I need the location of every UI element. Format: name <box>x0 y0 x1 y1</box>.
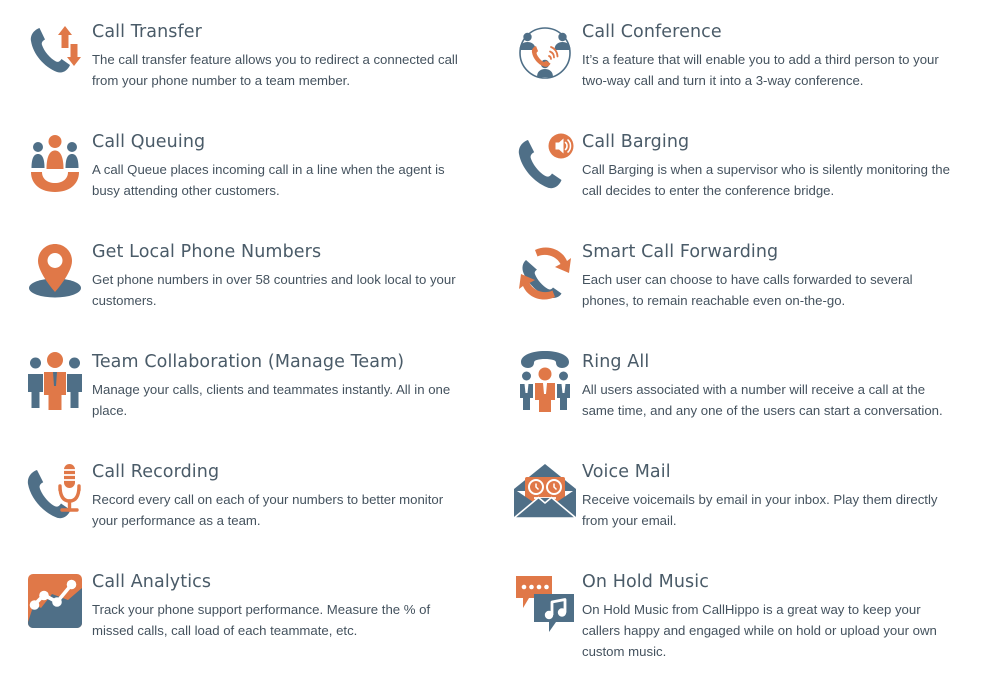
feature-card-call-transfer[interactable]: Call Transfer The call transfer feature … <box>18 14 508 124</box>
feature-title: Call Analytics <box>92 572 212 592</box>
feature-card-get-local-phone-numbers[interactable]: Get Local Phone Numbers Get phone number… <box>18 234 508 344</box>
feature-title: Call Queuing <box>92 132 206 152</box>
feature-card-call-recording[interactable]: Call Recording Record every call on each… <box>18 454 508 564</box>
feature-card-smart-call-forwarding[interactable]: Smart Call Forwarding Each user can choo… <box>508 234 980 344</box>
map-pin-location-icon <box>18 238 92 312</box>
feature-text: Call Analytics Track your phone support … <box>92 568 478 641</box>
feature-card-call-analytics[interactable]: Call Analytics Track your phone support … <box>18 564 508 674</box>
feature-title: Call Recording <box>92 462 220 482</box>
handset-over-team-icon <box>508 348 582 422</box>
feature-description: Record every call on each of your number… <box>92 492 444 528</box>
phone-microphone-icon <box>18 458 92 532</box>
feature-text: Get Local Phone Numbers Get phone number… <box>92 238 478 311</box>
team-three-persons-icon <box>18 348 92 422</box>
feature-title: Team Collaboration (Manage Team) <box>92 352 405 372</box>
three-people-queue-icon <box>18 128 92 202</box>
features-grid: Call Transfer The call transfer feature … <box>0 0 982 685</box>
feature-card-call-queuing[interactable]: Call Queuing A call Queue places incomin… <box>18 124 508 234</box>
feature-description: Track your phone support performance. Me… <box>92 602 431 638</box>
phone-speaker-badge-icon <box>508 128 582 202</box>
feature-description: On Hold Music from CallHippo is a great … <box>582 602 937 659</box>
chat-bubbles-music-icon <box>508 568 582 642</box>
envelope-tape-reel-icon <box>508 458 582 532</box>
phone-transfer-arrows-icon <box>18 18 92 92</box>
feature-card-on-hold-music[interactable]: On Hold Music On Hold Music from CallHip… <box>508 564 980 674</box>
feature-description: Call Barging is when a supervisor who is… <box>582 162 950 198</box>
feature-text: Team Collaboration (Manage Team) Manage … <box>92 348 478 421</box>
feature-description: It’s a feature that will enable you to a… <box>582 52 939 88</box>
feature-card-ring-all[interactable]: Ring All All users associated with a num… <box>508 344 980 454</box>
feature-title: Call Conference <box>582 22 722 42</box>
feature-title: Voice Mail <box>582 462 671 482</box>
feature-description: Manage your calls, clients and teammates… <box>92 382 451 418</box>
feature-text: Ring All All users associated with a num… <box>582 348 968 421</box>
analytics-chart-square-icon <box>18 568 92 642</box>
feature-text: Voice Mail Receive voicemails by email i… <box>582 458 968 531</box>
feature-title: Smart Call Forwarding <box>582 242 779 262</box>
feature-title: Ring All <box>582 352 650 372</box>
feature-description: The call transfer feature allows you to … <box>92 52 458 88</box>
feature-text: Call Transfer The call transfer feature … <box>92 18 478 91</box>
feature-text: Smart Call Forwarding Each user can choo… <box>582 238 968 311</box>
feature-card-team-collaboration[interactable]: Team Collaboration (Manage Team) Manage … <box>18 344 508 454</box>
feature-card-call-barging[interactable]: Call Barging Call Barging is when a supe… <box>508 124 980 234</box>
feature-text: Call Barging Call Barging is when a supe… <box>582 128 968 201</box>
feature-title: Call Barging <box>582 132 690 152</box>
feature-text: Call Queuing A call Queue places incomin… <box>92 128 478 201</box>
feature-card-voice-mail[interactable]: Voice Mail Receive voicemails by email i… <box>508 454 980 564</box>
feature-title: Call Transfer <box>92 22 202 42</box>
feature-description: Receive voicemails by email in your inbo… <box>582 492 938 528</box>
feature-description: A call Queue places incoming call in a l… <box>92 162 445 198</box>
conference-circle-people-phone-icon <box>508 18 582 92</box>
feature-description: Get phone numbers in over 58 countries a… <box>92 272 456 308</box>
phone-forward-arrows-icon <box>508 238 582 312</box>
feature-text: Call Recording Record every call on each… <box>92 458 478 531</box>
feature-text: Call Conference It’s a feature that will… <box>582 18 968 91</box>
feature-title: Get Local Phone Numbers <box>92 242 322 262</box>
feature-title: On Hold Music <box>582 572 709 592</box>
feature-description: Each user can choose to have calls forwa… <box>582 272 913 308</box>
feature-card-call-conference[interactable]: Call Conference It’s a feature that will… <box>508 14 980 124</box>
feature-description: All users associated with a number will … <box>582 382 943 418</box>
feature-text: On Hold Music On Hold Music from CallHip… <box>582 568 968 662</box>
